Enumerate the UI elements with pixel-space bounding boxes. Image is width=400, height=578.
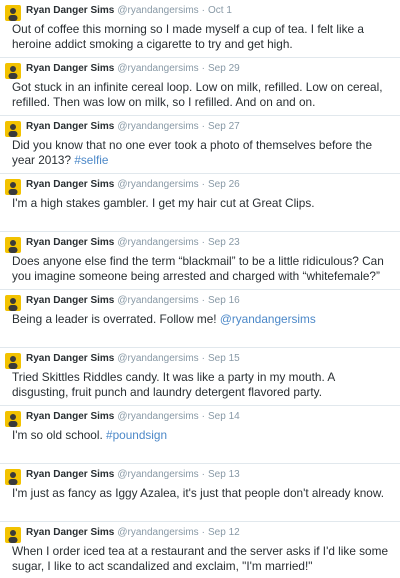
separator: · bbox=[201, 179, 206, 190]
tweet-body: Does anyone else find the term “blackmai… bbox=[12, 254, 384, 283]
avatar[interactable] bbox=[5, 527, 21, 543]
tweet[interactable]: Ryan Danger Sims @ryandangersims · Sep 26 I… bbox=[0, 174, 400, 232]
tweet-header: Ryan Danger Sims @ryandangersims · Oct 1 bbox=[26, 5, 232, 17]
tweet-body: Being a leader is overrated. Follow me! bbox=[12, 312, 220, 326]
avatar[interactable] bbox=[5, 121, 21, 137]
tweet-text: Being a leader is overrated. Follow me! … bbox=[12, 312, 392, 327]
tweet-header: Ryan Danger Sims @ryandangersims · Sep 16 bbox=[26, 295, 240, 307]
separator: · bbox=[201, 121, 206, 132]
tweet-date[interactable]: Sep 29 bbox=[208, 63, 240, 74]
avatar[interactable] bbox=[5, 63, 21, 79]
user-handle[interactable]: @ryandangersims bbox=[117, 353, 198, 364]
tweet-date[interactable]: Sep 12 bbox=[208, 527, 240, 538]
tweet-header: Ryan Danger Sims @ryandangersims · Sep 12 bbox=[26, 527, 240, 539]
tweet-date[interactable]: Sep 13 bbox=[208, 469, 240, 480]
tweet-body: I'm just as fancy as Iggy Azalea, it's j… bbox=[12, 486, 385, 500]
tweet-header: Ryan Danger Sims @ryandangersims · Sep 27 bbox=[26, 121, 240, 133]
user-handle[interactable]: @ryandangersims bbox=[117, 527, 198, 538]
tweet-text: Does anyone else find the term “blackmai… bbox=[12, 254, 392, 284]
tweet-body: I'm so old school. bbox=[12, 428, 107, 442]
tweet-body: Got stuck in an infinite cereal loop. Lo… bbox=[12, 80, 383, 109]
avatar[interactable] bbox=[5, 411, 21, 427]
user-handle[interactable]: @ryandangersims bbox=[117, 411, 198, 422]
separator: · bbox=[201, 295, 206, 306]
separator: · bbox=[201, 63, 206, 74]
tweet-text: I'm just as fancy as Iggy Azalea, it's j… bbox=[12, 486, 392, 501]
user-name[interactable]: Ryan Danger Sims bbox=[26, 527, 114, 538]
tweet[interactable]: Ryan Danger Sims @ryandangersims · Sep 23 D… bbox=[0, 232, 400, 290]
tweet-body: I'm a high stakes gambler. I get my hair… bbox=[12, 196, 315, 210]
tweet-header: Ryan Danger Sims @ryandangersims · Sep 13 bbox=[26, 469, 240, 481]
tweet-header: Ryan Danger Sims @ryandangersims · Sep 14 bbox=[26, 411, 240, 423]
tweet-date[interactable]: Sep 23 bbox=[208, 237, 240, 248]
tweet-body: Did you know that no one ever took a pho… bbox=[12, 138, 373, 167]
separator: · bbox=[201, 237, 206, 248]
separator: · bbox=[201, 5, 206, 16]
tweet-header: Ryan Danger Sims @ryandangersims · Sep 26 bbox=[26, 179, 240, 191]
tweet[interactable]: Ryan Danger Sims @ryandangersims · Sep 12 W… bbox=[0, 522, 400, 578]
tweet-text: When I order iced tea at a restaurant an… bbox=[12, 544, 392, 574]
user-name[interactable]: Ryan Danger Sims bbox=[26, 63, 114, 74]
mention-link[interactable]: @ryandangersims bbox=[220, 312, 316, 326]
user-handle[interactable]: @ryandangersims bbox=[117, 121, 198, 132]
tweet-body: When I order iced tea at a restaurant an… bbox=[12, 544, 389, 573]
separator: · bbox=[201, 527, 206, 538]
avatar[interactable] bbox=[5, 179, 21, 195]
hashtag-link[interactable]: #selfie bbox=[74, 153, 108, 167]
tweet-text: Got stuck in an infinite cereal loop. Lo… bbox=[12, 80, 392, 110]
tweet[interactable]: Ryan Danger Sims @ryandangersims · Oct 1 Ou… bbox=[0, 0, 400, 58]
tweet[interactable]: Ryan Danger Sims @ryandangersims · Sep 16 B… bbox=[0, 290, 400, 348]
user-handle[interactable]: @ryandangersims bbox=[117, 63, 198, 74]
tweet-header: Ryan Danger Sims @ryandangersims · Sep 29 bbox=[26, 63, 240, 75]
tweet-body: Tried Skittles Riddles candy. It was lik… bbox=[12, 370, 335, 399]
separator: · bbox=[201, 469, 206, 480]
tweet-text: I'm a high stakes gambler. I get my hair… bbox=[12, 196, 392, 211]
tweet-header: Ryan Danger Sims @ryandangersims · Sep 15 bbox=[26, 353, 240, 365]
tweet-header: Ryan Danger Sims @ryandangersims · Sep 23 bbox=[26, 237, 240, 249]
user-handle[interactable]: @ryandangersims bbox=[117, 469, 198, 480]
separator: · bbox=[201, 411, 206, 422]
tweet-text: Out of coffee this morning so I made mys… bbox=[12, 22, 392, 52]
separator: · bbox=[201, 353, 206, 364]
tweet[interactable]: Ryan Danger Sims @ryandangersims · Sep 27 D… bbox=[0, 116, 400, 174]
avatar[interactable] bbox=[5, 5, 21, 21]
user-handle[interactable]: @ryandangersims bbox=[117, 179, 198, 190]
tweet-date[interactable]: Sep 16 bbox=[208, 295, 240, 306]
tweet[interactable]: Ryan Danger Sims @ryandangersims · Sep 14 I… bbox=[0, 406, 400, 464]
tweet-body: Out of coffee this morning so I made mys… bbox=[12, 22, 364, 51]
tweet[interactable]: Ryan Danger Sims @ryandangersims · Sep 29 G… bbox=[0, 58, 400, 116]
user-name[interactable]: Ryan Danger Sims bbox=[26, 353, 114, 364]
tweet-date[interactable]: Sep 15 bbox=[208, 353, 240, 364]
avatar[interactable] bbox=[5, 237, 21, 253]
tweet-date[interactable]: Sep 26 bbox=[208, 179, 240, 190]
user-name[interactable]: Ryan Danger Sims bbox=[26, 295, 114, 306]
user-name[interactable]: Ryan Danger Sims bbox=[26, 5, 114, 16]
tweet-date[interactable]: Sep 14 bbox=[208, 411, 240, 422]
user-name[interactable]: Ryan Danger Sims bbox=[26, 237, 114, 248]
tweet[interactable]: Ryan Danger Sims @ryandangersims · Sep 13 I… bbox=[0, 464, 400, 522]
hashtag-link[interactable]: #poundsign bbox=[106, 428, 167, 442]
user-name[interactable]: Ryan Danger Sims bbox=[26, 411, 114, 422]
user-name[interactable]: Ryan Danger Sims bbox=[26, 469, 114, 480]
user-name[interactable]: Ryan Danger Sims bbox=[26, 179, 114, 190]
user-name[interactable]: Ryan Danger Sims bbox=[26, 121, 114, 132]
user-handle[interactable]: @ryandangersims bbox=[117, 237, 198, 248]
tweet-text: Tried Skittles Riddles candy. It was lik… bbox=[12, 370, 392, 400]
user-handle[interactable]: @ryandangersims bbox=[117, 5, 198, 16]
avatar[interactable] bbox=[5, 353, 21, 369]
tweet-date[interactable]: Sep 27 bbox=[208, 121, 240, 132]
tweet[interactable]: Ryan Danger Sims @ryandangersims · Sep 15 T… bbox=[0, 348, 400, 406]
tweet-text: Did you know that no one ever took a pho… bbox=[12, 138, 392, 168]
user-handle[interactable]: @ryandangersims bbox=[117, 295, 198, 306]
avatar[interactable] bbox=[5, 295, 21, 311]
tweet-date[interactable]: Oct 1 bbox=[208, 5, 232, 16]
tweet-text: I'm so old school. #poundsign bbox=[12, 428, 392, 443]
avatar[interactable] bbox=[5, 469, 21, 485]
tweet-feed: Ryan Danger Sims @ryandangersims · Oct 1 Ou… bbox=[0, 0, 400, 578]
